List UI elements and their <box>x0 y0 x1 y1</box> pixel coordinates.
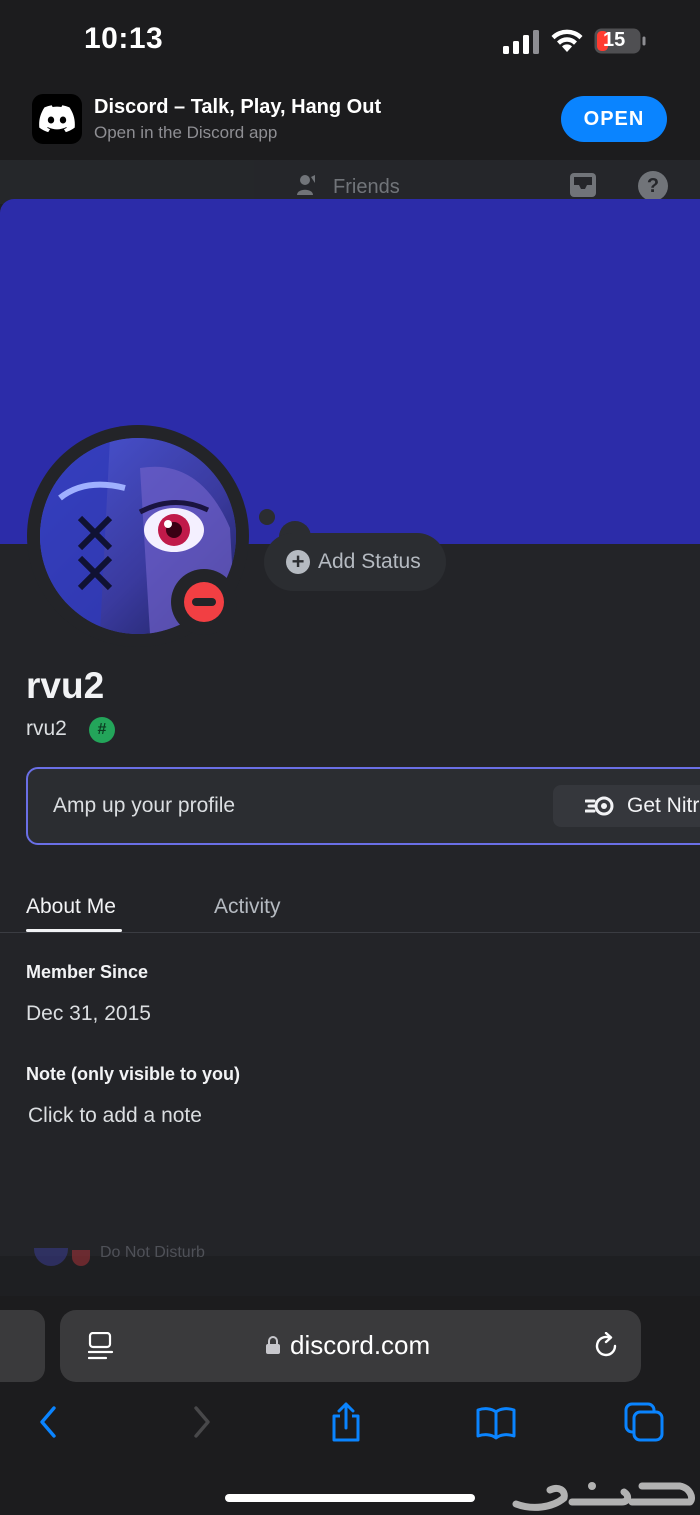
tabs-icon[interactable] <box>624 1402 664 1442</box>
inbox-icon[interactable] <box>569 172 597 198</box>
back-icon[interactable] <box>32 1402 68 1442</box>
do-not-disturb-icon <box>184 582 224 622</box>
nitro-icon <box>585 796 614 816</box>
add-status-button[interactable]: + Add Status <box>264 533 446 591</box>
safari-bottom-bar: discord.com <box>0 1296 700 1515</box>
status-time: 10:13 <box>84 22 164 55</box>
share-icon[interactable] <box>328 1402 364 1442</box>
get-nitro-label: Get Nitro <box>627 794 700 817</box>
lock-icon <box>266 1336 280 1354</box>
banner-app-title: Discord – Talk, Play, Hang Out <box>94 96 382 118</box>
member-since-value: Dec 31, 2015 <box>26 1002 151 1025</box>
nitro-prompt: Amp up your profile <box>53 794 236 817</box>
address-bar[interactable]: discord.com <box>60 1310 641 1382</box>
tab-activity[interactable]: Activity <box>214 895 281 919</box>
add-status-label: Add Status <box>318 550 421 573</box>
smart-app-banner: Discord – Talk, Play, Hang Out Open in t… <box>0 84 700 160</box>
background-status-icon <box>72 1250 90 1266</box>
reload-icon[interactable] <box>592 1332 620 1360</box>
previous-tab-preview[interactable] <box>0 1310 45 1382</box>
status-bar: 10:13 15 <box>0 0 700 84</box>
status-indicator <box>171 569 237 635</box>
cellular-signal-icon <box>503 30 539 54</box>
status-bubble-small <box>259 509 275 525</box>
discord-logo-icon <box>32 94 82 144</box>
background-status-text: Do Not Disturb <box>100 1244 205 1261</box>
page-menu-icon[interactable] <box>88 1332 114 1360</box>
friends-icon <box>297 175 315 195</box>
avatar-frame <box>27 425 249 647</box>
username: rvu2 <box>26 717 67 740</box>
legacy-username-badge-icon[interactable]: # <box>89 717 115 743</box>
active-tab-indicator <box>26 929 122 932</box>
tab-about-me[interactable]: About Me <box>26 895 116 919</box>
note-label: Note (only visible to you) <box>26 1064 241 1084</box>
banner-subtitle: Open in the Discord app <box>94 123 278 142</box>
user-profile-sheet: + Add Status rvu2 rvu2 # Amp up your pro… <box>0 199 700 1256</box>
forward-icon[interactable] <box>182 1402 218 1442</box>
note-input[interactable]: Click to add a note <box>28 1104 202 1128</box>
home-indicator <box>225 1494 475 1502</box>
bookmarks-icon[interactable] <box>476 1402 516 1442</box>
url-text: discord.com <box>290 1330 431 1360</box>
open-in-app-button[interactable]: OPEN <box>561 96 667 142</box>
friends-label: Friends <box>333 176 400 198</box>
nitro-upsell-card: Amp up your profile Get Nitro <box>26 767 700 845</box>
battery-icon: 15 <box>594 28 646 54</box>
member-since-label: Member Since <box>26 962 149 982</box>
get-nitro-button[interactable]: Get Nitro <box>553 785 700 827</box>
haraj-watermark-logo <box>512 1482 696 1511</box>
wifi-icon <box>551 29 583 52</box>
background-avatar <box>34 1248 68 1266</box>
background-user-panel: Do Not Disturb <box>0 1244 700 1296</box>
background-header: Friends ? <box>0 160 700 204</box>
plus-circle-icon: + <box>286 550 310 574</box>
display-name: rvu2 <box>26 665 105 706</box>
battery-level: 15 <box>603 29 626 51</box>
help-icon[interactable]: ? <box>638 171 668 201</box>
profile-tabs: About Me Activity <box>0 891 700 933</box>
